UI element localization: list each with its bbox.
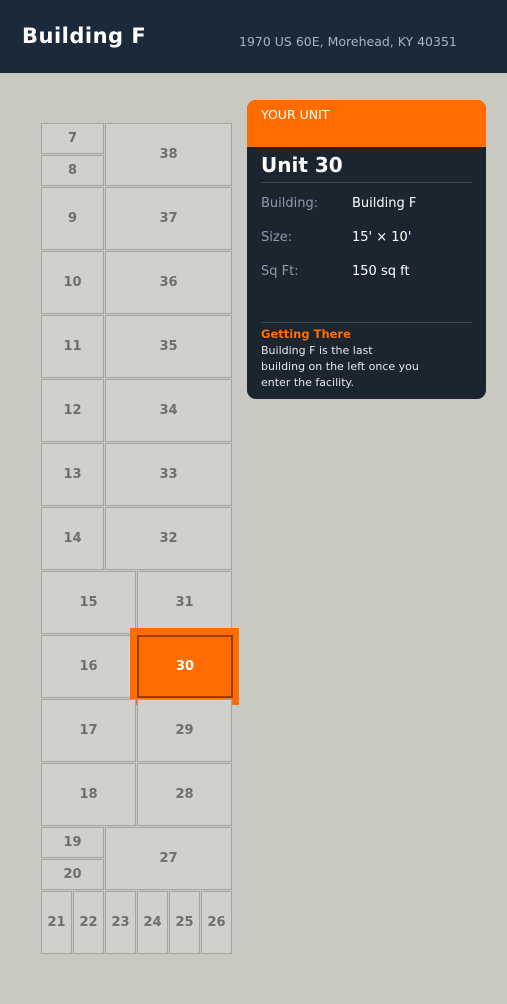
getting-there-line: enter the facility. [261,376,354,389]
sqft-key: Sq Ft: [261,264,299,279]
unit-36[interactable]: 36 [105,251,232,314]
unit-9[interactable]: 9 [41,187,104,250]
unit-32[interactable]: 32 [105,507,232,570]
unit-31[interactable]: 31 [137,571,232,634]
unit-20[interactable]: 20 [41,859,104,890]
unit-11[interactable]: 11 [41,315,104,378]
unit-14[interactable]: 14 [41,507,104,570]
divider [261,182,472,183]
unit-38[interactable]: 38 [105,123,232,186]
unit-7[interactable]: 7 [41,123,104,154]
unit-27[interactable]: 27 [105,827,232,890]
unit-24[interactable]: 24 [137,891,168,954]
unit-26[interactable]: 26 [201,891,232,954]
unit-28[interactable]: 28 [137,763,232,826]
size-key: Size: [261,230,293,245]
unit-18[interactable]: 18 [41,763,136,826]
unit-33[interactable]: 33 [105,443,232,506]
unit-37[interactable]: 37 [105,187,232,250]
unit-29[interactable]: 29 [137,699,232,762]
unit-35[interactable]: 35 [105,315,232,378]
card-header-band: YOUR UNIT [247,100,486,147]
size-value: 15' × 10' [352,230,412,245]
unit-25[interactable]: 25 [169,891,200,954]
unit-22[interactable]: 22 [73,891,104,954]
getting-there-title: Getting There [261,327,351,341]
getting-there-text: Building F is the last building on the l… [261,343,441,391]
unit-title: Unit 30 [261,153,343,177]
your-unit-label: YOUR UNIT [261,107,330,122]
unit-10[interactable]: 10 [41,251,104,314]
unit-13[interactable]: 13 [41,443,104,506]
unit-16[interactable]: 16 [41,635,136,698]
unit-34[interactable]: 34 [105,379,232,442]
unit-12[interactable]: 12 [41,379,104,442]
unit-21[interactable]: 21 [41,891,72,954]
building-key: Building: [261,196,319,211]
facility-address: 1970 US 60E, Morehead, KY 40351 [239,34,457,49]
unit-30-highlighted[interactable]: 30 [137,635,233,698]
unit-17[interactable]: 17 [41,699,136,762]
getting-there-line: building on the left once you [261,360,419,373]
unit-8[interactable]: 8 [41,155,104,186]
divider [261,322,472,323]
building-title: Building F [22,24,147,48]
building-value: Building F [352,196,417,211]
page-header: Building F 1970 US 60E, Morehead, KY 403… [0,0,507,73]
unit-23[interactable]: 23 [105,891,136,954]
unit-19[interactable]: 19 [41,827,104,858]
unit-info-card: YOUR UNIT Unit 30 Building: Building F S… [247,100,486,399]
sqft-value: 150 sq ft [352,264,410,279]
getting-there-line: Building F is the last [261,344,373,357]
unit-15[interactable]: 15 [41,571,136,634]
